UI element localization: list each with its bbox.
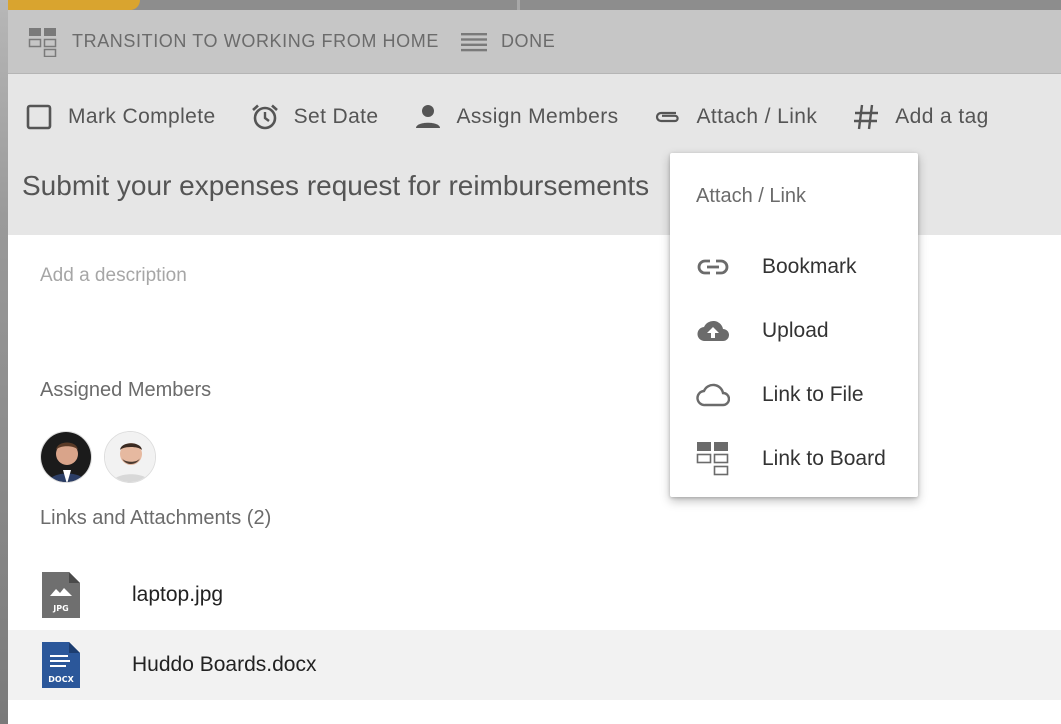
background-window-strip: [0, 0, 1061, 10]
menu-item-label: Link to File: [762, 383, 864, 406]
link-icon: [697, 259, 729, 275]
attachment-name[interactable]: laptop.jpg: [132, 583, 223, 607]
background-window-edge: [0, 0, 8, 724]
avatar[interactable]: [104, 431, 156, 483]
board-icon: [28, 27, 57, 57]
set-date-button[interactable]: Set Date: [250, 102, 379, 132]
breadcrumb: TRANSITION TO WORKING FROM HOME DONE: [8, 10, 1061, 74]
menu-item-label: Bookmark: [762, 255, 857, 278]
alarm-clock-icon: [251, 104, 278, 130]
word-file-icon: DOCX: [42, 642, 80, 688]
background-divider: [517, 0, 520, 10]
attachment-row[interactable]: JPG laptop.jpg: [8, 560, 1061, 630]
menu-item-bookmark[interactable]: Bookmark: [670, 239, 918, 295]
breadcrumb-list[interactable]: DONE: [460, 31, 556, 52]
cloud-upload-icon: [697, 320, 729, 342]
avatar[interactable]: [40, 431, 92, 483]
menu-item-label: Upload: [762, 319, 829, 342]
attach-menu-title: Attach / Link: [696, 185, 807, 207]
mark-complete-button[interactable]: Mark Complete: [24, 102, 216, 132]
add-tag-button[interactable]: Add a tag: [851, 102, 989, 132]
assigned-members-heading: Assigned Members: [40, 379, 212, 401]
menu-item-link-to-board[interactable]: Link to Board: [670, 431, 918, 487]
attachment-name[interactable]: Huddo Boards.docx: [132, 653, 316, 677]
menu-item-upload[interactable]: Upload: [670, 303, 918, 359]
svg-text:JPG: JPG: [52, 604, 68, 613]
attach-link-button[interactable]: Attach / Link: [652, 102, 817, 132]
board-icon: [696, 442, 729, 476]
menu-item-label: Link to Board: [762, 447, 886, 470]
menu-item-link-to-file[interactable]: Link to File: [670, 367, 918, 423]
breadcrumb-list-label: DONE: [500, 31, 556, 51]
background-app-accent: [0, 0, 140, 10]
person-icon: [415, 105, 440, 128]
paperclip-icon: [656, 111, 680, 123]
svg-text:DOCX: DOCX: [48, 675, 74, 684]
card-title[interactable]: Submit your expenses request for reimbur…: [22, 170, 649, 202]
description-field[interactable]: Add a description: [40, 265, 187, 287]
links-attachments-heading: Links and Attachments (2): [40, 507, 272, 529]
hashtag-icon: [854, 104, 879, 130]
image-file-icon: JPG: [42, 572, 80, 618]
assign-members-button[interactable]: Assign Members: [413, 102, 619, 132]
card-toolbar: Mark Complete Set Date Assign Members At…: [8, 74, 1061, 160]
checkbox-icon: [26, 104, 52, 130]
assign-members-label: Assign Members: [456, 105, 619, 128]
attachment-row[interactable]: DOCX Huddo Boards.docx: [8, 630, 1061, 700]
breadcrumb-board[interactable]: TRANSITION TO WORKING FROM HOME: [28, 27, 439, 57]
add-tag-label: Add a tag: [895, 105, 989, 128]
cloud-icon: [696, 383, 730, 407]
member-avatars: [40, 431, 168, 483]
list-lines-icon: [460, 32, 487, 51]
attach-link-label: Attach / Link: [696, 105, 818, 128]
breadcrumb-board-label: TRANSITION TO WORKING FROM HOME: [72, 31, 439, 51]
mark-complete-label: Mark Complete: [68, 105, 216, 128]
set-date-label: Set Date: [293, 105, 379, 128]
attach-link-menu: Attach / Link Bookmark Upload Link to Fi…: [670, 153, 918, 497]
